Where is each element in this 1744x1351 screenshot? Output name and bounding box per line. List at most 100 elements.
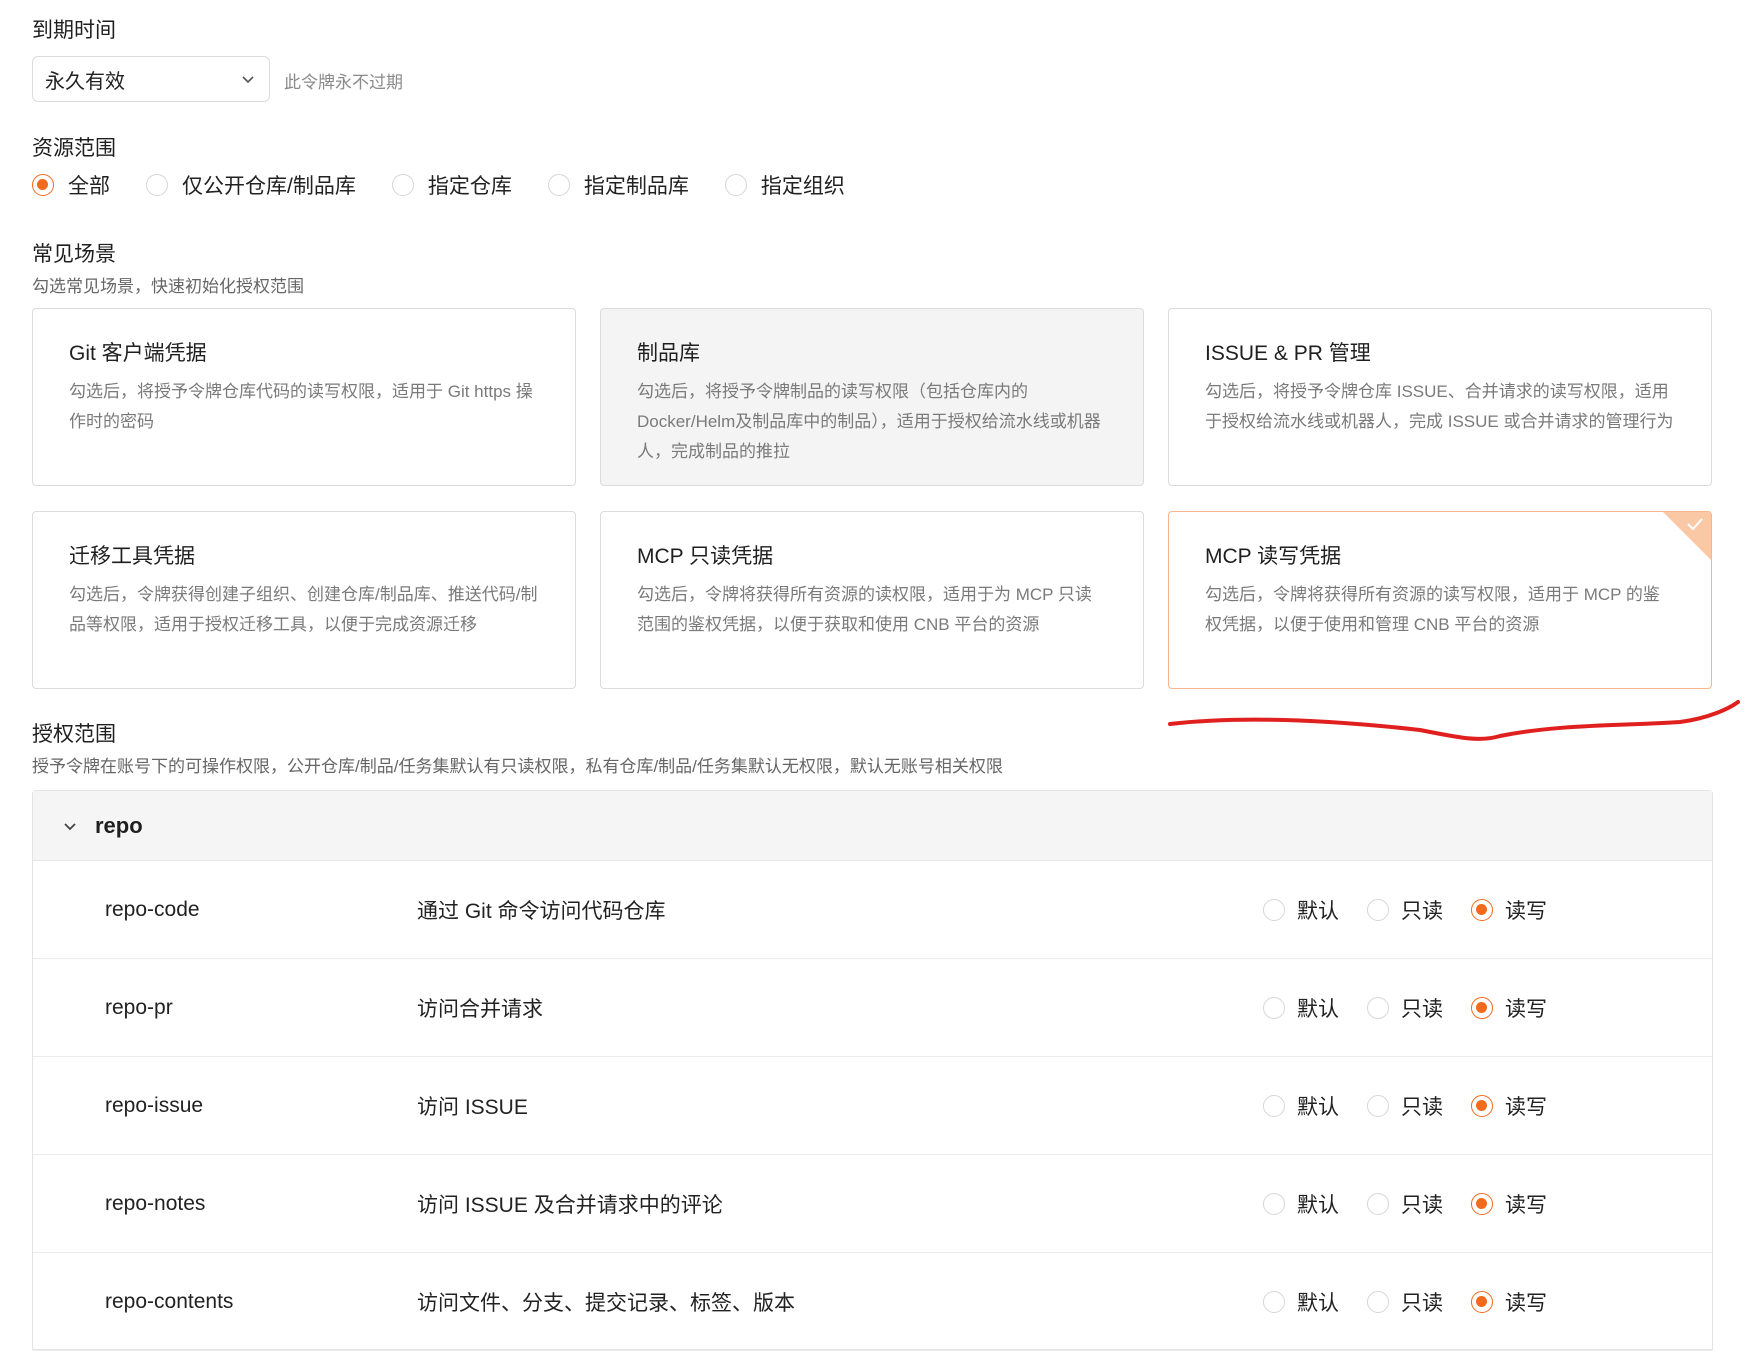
level-readwrite[interactable]: 读写	[1471, 895, 1547, 925]
scenario-card-issue-pr[interactable]: ISSUE & PR 管理 勾选后，将授予令牌仓库 ISSUE、合并请求的读写权…	[1168, 308, 1712, 486]
permission-desc: 访问 ISSUE 及合并请求中的评论	[417, 1193, 723, 1217]
radio-button[interactable]	[391, 174, 414, 196]
chevron-down-icon	[239, 70, 257, 88]
radio-button[interactable]	[1367, 996, 1389, 1019]
permission-desc: 访问合并请求	[417, 997, 543, 1021]
expiry-select[interactable]: 永久有效	[32, 56, 270, 102]
radio-button[interactable]	[1367, 1094, 1389, 1117]
card-desc: 勾选后，令牌将获得所有资源的读写权限，适用于 MCP 的鉴权凭据，以便于使用和管…	[1205, 585, 1660, 634]
permission-panel: repo repo-code 通过 Git 命令访问代码仓库 默认 只读 读写 …	[32, 790, 1713, 1351]
radio-label: 指定制品库	[583, 175, 689, 198]
radio-button[interactable]	[1471, 898, 1493, 921]
permission-name: repo-contents	[105, 1289, 234, 1313]
scenarios-label: 常见场景	[32, 243, 116, 266]
level-read[interactable]: 只读	[1367, 1091, 1443, 1121]
permission-row: repo-notes 访问 ISSUE 及合并请求中的评论 默认 只读 读写	[33, 1155, 1712, 1253]
radio-button[interactable]	[146, 174, 168, 196]
level-default[interactable]: 默认	[1263, 895, 1339, 925]
radio-label: 只读	[1401, 1291, 1443, 1315]
permission-row: repo-pr 访问合并请求 默认 只读 读写	[33, 959, 1712, 1057]
permission-row: repo-issue 访问 ISSUE 默认 只读 读写	[33, 1057, 1712, 1155]
token-settings-page: 到期时间 永久有效 此令牌永不过期 资源范围 全部 仅公开仓库/制品库 指定仓库…	[0, 0, 1744, 1351]
card-title: Git 客户端凭据	[69, 342, 207, 365]
resource-scope-radio-group: 全部 仅公开仓库/制品库 指定仓库 指定制品库 指定组织	[32, 170, 881, 200]
auth-scope-label: 授权范围	[32, 723, 116, 746]
chevron-down-icon[interactable]	[61, 817, 79, 835]
level-readwrite[interactable]: 读写	[1471, 1287, 1547, 1317]
radio-button[interactable]	[1263, 1094, 1285, 1117]
radio-label: 默认	[1297, 997, 1339, 1021]
permission-level-group: 默认 只读 读写	[1263, 1189, 1575, 1219]
radio-button[interactable]	[1367, 1290, 1389, 1313]
permission-desc: 通过 Git 命令访问代码仓库	[417, 899, 666, 923]
card-desc: 勾选后，将授予令牌制品的读写权限（包括仓库内的 Docker/Helm及制品库中…	[637, 382, 1101, 461]
radio-label: 只读	[1401, 899, 1443, 923]
level-default[interactable]: 默认	[1263, 1287, 1339, 1317]
radio-button[interactable]	[1263, 898, 1285, 921]
level-default[interactable]: 默认	[1263, 993, 1339, 1023]
radio-label: 读写	[1505, 1291, 1547, 1315]
card-title: MCP 只读凭据	[637, 545, 774, 568]
radio-button[interactable]	[1471, 996, 1493, 1019]
permission-name: repo-pr	[105, 995, 173, 1019]
radio-button[interactable]	[1471, 1192, 1493, 1215]
scope-option-registry[interactable]: 指定制品库	[547, 170, 689, 200]
radio-label: 仅公开仓库/制品库	[182, 175, 356, 198]
permission-name: repo-code	[105, 897, 200, 921]
expiry-select-value: 永久有效	[45, 70, 125, 93]
radio-button[interactable]	[724, 174, 747, 196]
radio-label: 只读	[1401, 997, 1443, 1021]
permission-name: repo-notes	[105, 1191, 206, 1215]
radio-button[interactable]	[1471, 1094, 1493, 1117]
permission-level-group: 默认 只读 读写	[1263, 1091, 1575, 1121]
permission-name: repo-issue	[105, 1093, 204, 1117]
radio-button[interactable]	[1471, 1290, 1493, 1313]
level-default[interactable]: 默认	[1263, 1091, 1339, 1121]
radio-button[interactable]	[1263, 996, 1285, 1019]
radio-label: 只读	[1401, 1193, 1443, 1217]
scope-option-repo[interactable]: 指定仓库	[391, 170, 512, 200]
radio-label: 全部	[68, 175, 110, 198]
level-read[interactable]: 只读	[1367, 1287, 1443, 1317]
scope-option-org[interactable]: 指定组织	[724, 170, 845, 200]
card-desc: 勾选后，令牌将获得所有资源的读权限，适用于为 MCP 只读范围的鉴权凭据，以便于…	[637, 585, 1092, 634]
scenario-card-mcp-readonly[interactable]: MCP 只读凭据 勾选后，令牌将获得所有资源的读权限，适用于为 MCP 只读范围…	[600, 511, 1144, 689]
radio-label: 读写	[1505, 997, 1547, 1021]
check-icon	[1685, 516, 1705, 537]
card-title: 制品库	[637, 342, 700, 365]
permission-level-group: 默认 只读 读写	[1263, 993, 1575, 1023]
permission-level-group: 默认 只读 读写	[1263, 1287, 1575, 1317]
radio-button[interactable]	[1367, 1192, 1389, 1215]
level-readwrite[interactable]: 读写	[1471, 1091, 1547, 1121]
scenario-card-registry[interactable]: 制品库 勾选后，将授予令牌制品的读写权限（包括仓库内的 Docker/Helm及…	[600, 308, 1144, 486]
scenario-card-mcp-readwrite[interactable]: MCP 读写凭据 勾选后，令牌将获得所有资源的读写权限，适用于 MCP 的鉴权凭…	[1168, 511, 1712, 689]
radio-button[interactable]	[32, 174, 54, 196]
radio-label: 读写	[1505, 899, 1547, 923]
radio-button[interactable]	[1263, 1192, 1285, 1215]
card-title: 迁移工具凭据	[69, 545, 195, 568]
scope-option-public[interactable]: 仅公开仓库/制品库	[146, 170, 356, 200]
card-desc: 勾选后，将授予令牌仓库 ISSUE、合并请求的读写权限，适用于授权给流水线或机器…	[1205, 382, 1674, 431]
radio-label: 默认	[1297, 1291, 1339, 1315]
level-read[interactable]: 只读	[1367, 895, 1443, 925]
radio-button[interactable]	[1367, 898, 1389, 921]
level-read[interactable]: 只读	[1367, 993, 1443, 1023]
radio-label: 指定组织	[760, 175, 845, 198]
scenario-card-migration[interactable]: 迁移工具凭据 勾选后，令牌获得创建子组织、创建仓库/制品库、推送代码/制品等权限…	[32, 511, 576, 689]
level-readwrite[interactable]: 读写	[1471, 993, 1547, 1023]
radio-label: 读写	[1505, 1095, 1547, 1119]
permission-group-header[interactable]: repo	[33, 791, 1712, 861]
scenario-card-git[interactable]: Git 客户端凭据 勾选后，将授予令牌仓库代码的读写权限，适用于 Git htt…	[32, 308, 576, 486]
level-default[interactable]: 默认	[1263, 1189, 1339, 1219]
radio-label: 指定仓库	[427, 175, 512, 198]
expiry-hint: 此令牌永不过期	[284, 73, 403, 92]
level-read[interactable]: 只读	[1367, 1189, 1443, 1219]
card-title: MCP 读写凭据	[1205, 545, 1342, 568]
permission-row: repo-contents 访问文件、分支、提交记录、标签、版本 默认 只读 读…	[33, 1253, 1712, 1351]
scope-option-all[interactable]: 全部	[32, 170, 110, 200]
radio-label: 默认	[1297, 1095, 1339, 1119]
radio-label: 只读	[1401, 1095, 1443, 1119]
radio-button[interactable]	[1263, 1290, 1285, 1313]
radio-button[interactable]	[547, 174, 570, 196]
level-readwrite[interactable]: 读写	[1471, 1189, 1547, 1219]
